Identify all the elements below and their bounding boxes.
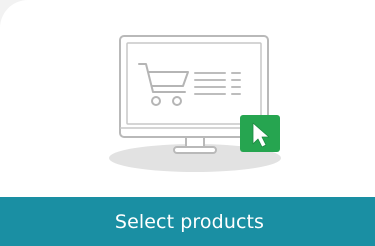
cursor-icon <box>240 115 280 152</box>
card-label: Select products <box>114 210 265 233</box>
select-products-card[interactable]: Select products <box>0 0 375 246</box>
card-label-bar[interactable]: Select products <box>0 197 375 246</box>
monitor-illustration <box>109 35 281 172</box>
card-illustration <box>0 0 375 197</box>
